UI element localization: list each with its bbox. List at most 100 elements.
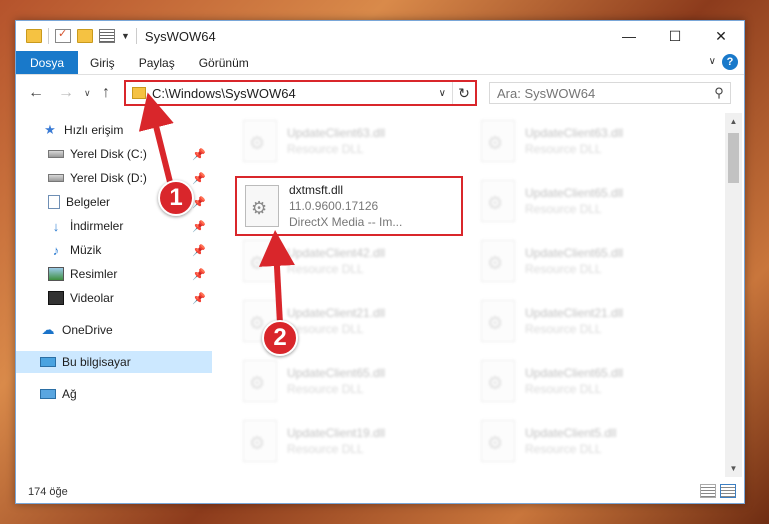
details-view-icon[interactable]	[700, 484, 716, 498]
address-bar[interactable]: C:\Windows\SysWOW64 ∨ ↻	[124, 80, 477, 106]
recent-locations-chevron-icon[interactable]: ∨	[84, 88, 91, 99]
sidebar-item-label: Yerel Disk (C:)	[70, 147, 147, 161]
chevron-down-icon[interactable]: ∨	[709, 56, 716, 67]
list-item[interactable]: ⚙ UpdateClient65.dll Resource DLL	[235, 355, 461, 407]
dll-file-icon: ⚙	[243, 360, 277, 402]
pin-icon[interactable]: 📌	[192, 244, 206, 257]
sidebar-item-onedrive[interactable]: ☁ OneDrive	[16, 319, 212, 341]
forward-arrow-icon[interactable]: →	[58, 84, 74, 102]
sidebar-item-music[interactable]: ♪ Müzik 📌	[16, 239, 212, 261]
document-icon	[48, 195, 60, 209]
sidebar-item-label: Videolar	[70, 291, 114, 305]
gear-icon: ⚙	[487, 133, 504, 153]
sidebar-item-this-pc[interactable]: Bu bilgisayar	[16, 351, 212, 373]
highlighted-file-item[interactable]: ⚙ dxtmsft.dll 11.0.9600.17126 DirectX Me…	[235, 176, 463, 236]
file-type: Resource DLL	[525, 382, 602, 396]
file-version: 11.0.9600.17126	[289, 199, 379, 213]
download-icon: ↓	[52, 218, 60, 234]
sidebar-item-label: İndirmeler	[70, 219, 124, 233]
file-type: Resource DLL	[287, 442, 364, 456]
sidebar-item-videos[interactable]: Videolar 📌	[16, 287, 212, 309]
dll-file-icon: ⚙	[481, 180, 515, 222]
list-item[interactable]: ⚙ UpdateClient65.dll Resource DLL	[473, 355, 699, 407]
tab-share[interactable]: Paylaş	[127, 51, 187, 74]
search-icon[interactable]: ⚲	[708, 85, 730, 101]
scrollbar-thumb[interactable]	[728, 133, 739, 183]
gear-icon: ⚙	[487, 373, 504, 393]
sidebar-item-label: Hızlı erişim	[64, 123, 124, 137]
sidebar-item-downloads[interactable]: ↓ İndirmeler 📌	[16, 215, 212, 237]
dll-file-icon: ⚙	[481, 240, 515, 282]
gear-icon: ⚙	[249, 433, 266, 453]
pin-icon[interactable]: 📌	[192, 196, 206, 209]
vertical-scrollbar[interactable]: ▲ ▼	[725, 113, 742, 477]
list-item[interactable]: ⚙ UpdateClient65.dll Resource DLL	[473, 175, 699, 227]
drive-icon	[48, 150, 64, 158]
address-path[interactable]: C:\Windows\SysWOW64	[152, 86, 433, 101]
list-item[interactable]: ⚙ UpdateClient63.dll Resource DLL	[235, 115, 461, 167]
dll-file-icon: ⚙	[243, 420, 277, 462]
sidebar-item-quick-access[interactable]: ★ Hızlı erişim	[16, 119, 212, 141]
file-type: Resource DLL	[525, 142, 602, 156]
dll-file-icon: ⚙	[481, 360, 515, 402]
list-item[interactable]: ⚙ UpdateClient65.dll Resource DLL	[473, 235, 699, 287]
refresh-icon[interactable]: ↻	[453, 85, 475, 102]
customize-toolbar-chevron-icon[interactable]: ▼	[121, 31, 130, 41]
file-name: UpdateClient5.dll	[525, 426, 617, 440]
network-icon	[40, 389, 56, 399]
folder-icon	[132, 87, 146, 99]
pin-icon[interactable]: 📌	[192, 220, 206, 233]
gear-icon: ⚙	[487, 193, 504, 213]
gear-icon: ⚙	[249, 133, 266, 153]
up-arrow-icon[interactable]: ↑	[102, 84, 110, 102]
gear-icon: ⚙	[251, 198, 268, 218]
tab-home[interactable]: Giriş	[78, 51, 127, 74]
sidebar-item-local-disk-c[interactable]: Yerel Disk (C:) 📌	[16, 143, 212, 165]
file-list: ⚙ UpdateClient63.dll Resource DLL ⚙ dxtms…	[227, 113, 725, 473]
list-item[interactable]: ⚙ UpdateClient21.dll Resource DLL	[473, 295, 699, 347]
tiles-view-icon[interactable]	[720, 484, 736, 498]
list-item[interactable]: ⚙ UpdateClient19.dll Resource DLL	[235, 415, 461, 467]
file-name: dxtmsft.dll	[289, 183, 344, 197]
file-type: Resource DLL	[287, 262, 364, 276]
pin-icon[interactable]: 📌	[192, 268, 206, 281]
file-type: Resource DLL	[525, 202, 602, 216]
list-item[interactable]: ⚙ UpdateClient5.dll Resource DLL	[473, 415, 699, 467]
sidebar-item-label: Resimler	[70, 267, 118, 281]
search-input[interactable]	[497, 85, 708, 101]
gear-icon: ⚙	[249, 373, 266, 393]
pin-icon[interactable]: 📌	[192, 292, 206, 305]
file-name: UpdateClient21.dll	[525, 306, 624, 320]
pictures-icon	[48, 267, 64, 281]
close-button[interactable]: ✕	[698, 21, 744, 51]
dll-file-icon: ⚙	[481, 300, 515, 342]
star-icon: ★	[44, 122, 56, 137]
scroll-down-arrow-icon[interactable]: ▼	[725, 460, 742, 477]
item-count: 174 öğe	[28, 486, 68, 498]
list-item[interactable]: ⚙ UpdateClient63.dll Resource DLL	[473, 115, 699, 167]
file-type: Resource DLL	[525, 262, 602, 276]
address-dropdown-chevron-icon[interactable]: ∨	[433, 82, 453, 104]
properties-check-icon[interactable]	[55, 27, 71, 43]
search-box[interactable]: ⚲	[489, 82, 731, 104]
folder-icon	[26, 29, 42, 43]
scroll-up-arrow-icon[interactable]: ▲	[725, 113, 742, 130]
tab-file[interactable]: Dosya	[16, 51, 79, 74]
list-view-icon[interactable]	[99, 29, 115, 43]
help-button[interactable]: ?	[722, 54, 738, 70]
new-folder-icon[interactable]	[77, 29, 93, 43]
navigation-pane: ★ Hızlı erişim Yerel Disk (C:) 📌 Yerel D…	[16, 113, 212, 477]
sidebar-item-label: Yerel Disk (D:)	[70, 171, 147, 185]
list-item[interactable]: ⚙ UpdateClient42.dll Resource DLL	[235, 235, 461, 287]
sidebar-item-pictures[interactable]: Resimler 📌	[16, 263, 212, 285]
sidebar-item-label: Müzik	[70, 243, 102, 257]
back-arrow-icon[interactable]: ←	[28, 84, 44, 102]
gear-icon: ⚙	[249, 253, 266, 273]
pin-icon[interactable]: 📌	[192, 148, 206, 161]
pin-icon[interactable]: 📌	[192, 172, 206, 185]
file-name: UpdateClient63.dll	[525, 126, 624, 140]
minimize-button[interactable]: —	[606, 21, 652, 51]
sidebar-item-network[interactable]: Ağ	[16, 383, 212, 405]
maximize-button[interactable]: ☐	[652, 21, 698, 51]
tab-view[interactable]: Görünüm	[187, 51, 261, 74]
